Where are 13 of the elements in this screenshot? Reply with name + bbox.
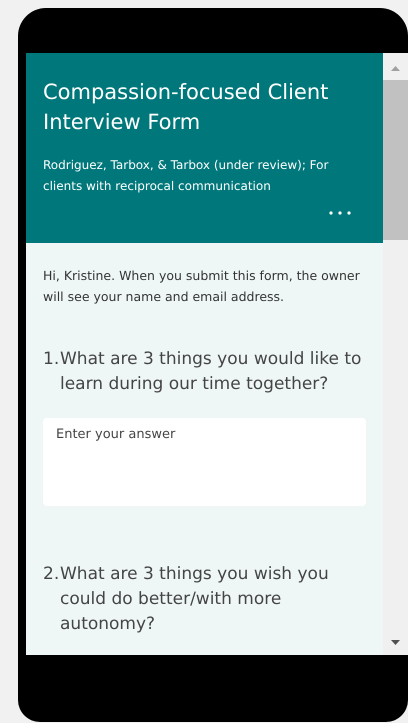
form-title: Compassion-focused Client Interview Form bbox=[43, 79, 330, 136]
scroll-down-icon[interactable] bbox=[391, 640, 400, 645]
notice-text: Hi, Kristine. When you submit this form, the owner will see your name and email address. bbox=[43, 267, 361, 306]
question-number: 1. bbox=[43, 348, 60, 371]
answer-field[interactable]: Enter your answer bbox=[43, 418, 366, 506]
scroll-up-icon[interactable] bbox=[391, 66, 400, 71]
form-subtitle: Rodriguez, Tarbox, & Tarbox (under review); For clients with reciprocal communication bbox=[43, 157, 330, 195]
scroll-thumb[interactable] bbox=[383, 80, 408, 240]
question-text: What are 3 things you wish you could do better/with more autonomy? bbox=[60, 563, 330, 636]
question-text: What are 3 things you would like to learn during our time together? bbox=[60, 348, 362, 396]
scrollbar[interactable] bbox=[383, 53, 408, 655]
more-icon[interactable] bbox=[329, 211, 351, 215]
question-number: 2. bbox=[43, 563, 60, 586]
